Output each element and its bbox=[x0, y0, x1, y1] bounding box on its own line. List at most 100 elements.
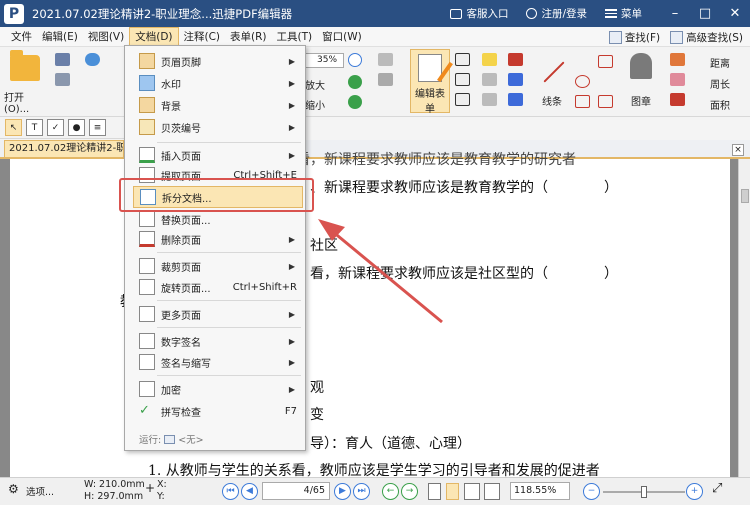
pencil-icon[interactable] bbox=[670, 53, 685, 66]
underline-icon[interactable] bbox=[482, 93, 497, 106]
gear-icon[interactable]: ⚙ bbox=[8, 482, 19, 496]
service-button[interactable]: 客服入口 bbox=[450, 6, 508, 21]
single-page-icon[interactable] bbox=[428, 483, 441, 500]
rotate-icon[interactable] bbox=[348, 75, 362, 89]
cloud-icon[interactable] bbox=[85, 53, 100, 66]
menu-window[interactable]: 窗口(W) bbox=[317, 27, 367, 47]
last-page-icon[interactable]: ⏭ bbox=[353, 483, 370, 500]
add-text-icon[interactable] bbox=[378, 53, 393, 66]
zoom-in-icon[interactable] bbox=[348, 53, 362, 67]
run-icon bbox=[164, 434, 176, 444]
menu-delete-page[interactable]: 删除页面 ▶ bbox=[125, 228, 305, 250]
line-label[interactable]: 线条 bbox=[542, 93, 562, 108]
back-icon[interactable]: ← bbox=[382, 483, 399, 500]
zoom-level-select[interactable]: 118.55% bbox=[510, 482, 570, 500]
add-image-icon[interactable] bbox=[378, 73, 393, 86]
menu-view[interactable]: 视图(V) bbox=[83, 27, 129, 47]
menu-bar: 文件 编辑(E) 视图(V) 文档(D) 注释(C) 表单(R) 工具(T) 窗… bbox=[0, 26, 750, 47]
checkbox-icon[interactable]: ✓ bbox=[47, 119, 64, 136]
menu-background[interactable]: 背景 ▶ bbox=[125, 94, 305, 116]
radio-icon[interactable]: ● bbox=[68, 119, 85, 136]
menu-more-pages[interactable]: 更多页面 ▶ bbox=[125, 303, 305, 325]
callout-icon[interactable] bbox=[455, 93, 470, 106]
menu-comment[interactable]: 注释(C) bbox=[179, 27, 226, 47]
highlight-icon[interactable] bbox=[670, 93, 685, 106]
stamp-icon[interactable] bbox=[630, 53, 652, 79]
stamp-label[interactable]: 图章 bbox=[631, 93, 651, 108]
login-button[interactable]: 注册/登录 bbox=[526, 6, 587, 21]
strikeout-icon[interactable] bbox=[482, 73, 497, 86]
document-tab[interactable]: 2021.07.02理论精讲2-职业理 bbox=[4, 140, 124, 158]
menu-crop-page[interactable]: 裁剪页面 ▶ bbox=[125, 255, 305, 277]
perimeter-label[interactable]: 周长 bbox=[710, 76, 730, 91]
fullscreen-icon[interactable]: ⤢ bbox=[712, 481, 722, 496]
attach-icon[interactable] bbox=[508, 73, 523, 86]
typewriter-icon[interactable] bbox=[482, 53, 497, 66]
eraser-icon[interactable] bbox=[670, 73, 685, 86]
zoom-slider-thumb[interactable] bbox=[641, 486, 647, 498]
options-button[interactable]: 选项... bbox=[26, 484, 54, 498]
tab-close-button[interactable]: × bbox=[732, 144, 744, 156]
distance-label[interactable]: 距离 bbox=[710, 55, 730, 70]
list-icon[interactable]: ≡ bbox=[89, 119, 106, 136]
refresh-icon[interactable] bbox=[348, 95, 362, 109]
advanced-find-button[interactable]: 高级查找(S) bbox=[667, 30, 746, 45]
sound-icon[interactable] bbox=[508, 93, 523, 106]
menu-document[interactable]: 文档(D) bbox=[129, 26, 179, 47]
facing-page-icon[interactable] bbox=[464, 483, 480, 500]
open-button[interactable]: 打开(O)... bbox=[4, 50, 46, 115]
maximize-button[interactable]: □ bbox=[690, 0, 720, 27]
find-button[interactable]: 查找(F) bbox=[606, 30, 663, 45]
note-icon[interactable] bbox=[508, 53, 523, 66]
prev-page-icon[interactable]: ◀ bbox=[241, 483, 258, 500]
menu-tools[interactable]: 工具(T) bbox=[272, 27, 318, 47]
circle-icon[interactable] bbox=[575, 75, 590, 88]
line-tool-icon[interactable] bbox=[543, 61, 565, 83]
save-icon[interactable] bbox=[55, 53, 70, 66]
menu-insert-page[interactable]: 插入页面 ▶ bbox=[125, 144, 305, 166]
zoom-slider[interactable] bbox=[603, 486, 685, 498]
page-number-input[interactable]: 4/65 bbox=[262, 482, 330, 500]
select-arrow-icon[interactable]: ↖ bbox=[5, 119, 22, 136]
zoom-out-label[interactable]: 缩小 bbox=[305, 97, 325, 112]
zoom-select[interactable]: 35% bbox=[302, 53, 344, 68]
first-page-icon[interactable]: ⏮ bbox=[222, 483, 239, 500]
facing-continuous-icon[interactable] bbox=[484, 483, 500, 500]
scroll-thumb[interactable] bbox=[741, 189, 749, 203]
forward-icon[interactable]: → bbox=[401, 483, 418, 500]
menu-signature-initials[interactable]: 签名与缩写 ▶ bbox=[125, 351, 305, 373]
main-menu-button[interactable]: 菜单 bbox=[605, 6, 642, 21]
text-select-icon[interactable]: T bbox=[26, 119, 43, 136]
continuous-page-icon[interactable] bbox=[446, 483, 459, 500]
close-button[interactable]: ✕ bbox=[720, 0, 750, 27]
polygon-icon[interactable] bbox=[598, 55, 613, 68]
text-field-icon[interactable] bbox=[455, 53, 470, 66]
submenu-arrow-icon: ▶ bbox=[288, 261, 295, 271]
vertical-scrollbar[interactable] bbox=[738, 159, 750, 477]
cursor-x: X: bbox=[157, 479, 167, 490]
menu-spell-check[interactable]: ✓ 拼写检查 F7 bbox=[125, 400, 305, 422]
menu-rotate-page[interactable]: 旋转页面... Ctrl+Shift+R bbox=[125, 276, 305, 298]
text-box-icon[interactable] bbox=[455, 73, 470, 86]
menu-bates[interactable]: 贝茨编号 ▶ bbox=[125, 116, 305, 138]
menu-encrypt[interactable]: 加密 ▶ bbox=[125, 378, 305, 400]
rectangle-icon[interactable] bbox=[575, 95, 590, 108]
menu-digital-signature[interactable]: 数字签名 ▶ bbox=[125, 330, 305, 352]
pentagon-icon[interactable] bbox=[598, 95, 613, 108]
zoom-in-label[interactable]: 放大 bbox=[305, 77, 325, 92]
minimize-button[interactable]: – bbox=[660, 0, 690, 27]
edit-form-button[interactable]: 编辑表单 bbox=[410, 49, 450, 115]
area-label[interactable]: 面积 bbox=[710, 97, 730, 112]
menu-file[interactable]: 文件 bbox=[6, 27, 37, 47]
menu-header-footer[interactable]: 页眉页脚 ▶ bbox=[125, 50, 305, 72]
menu-watermark[interactable]: 水印 ▶ bbox=[125, 72, 305, 94]
run-value: <无> bbox=[178, 435, 204, 446]
next-page-icon[interactable]: ▶ bbox=[334, 483, 351, 500]
cursor-y: Y: bbox=[157, 491, 165, 502]
zoom-out-icon[interactable]: − bbox=[583, 483, 600, 500]
print-icon[interactable] bbox=[55, 73, 70, 86]
menu-edit[interactable]: 编辑(E) bbox=[37, 27, 83, 47]
menu-form[interactable]: 表单(R) bbox=[225, 27, 272, 47]
zoom-in-icon[interactable]: + bbox=[686, 483, 703, 500]
crosshair-icon: + bbox=[145, 481, 156, 495]
